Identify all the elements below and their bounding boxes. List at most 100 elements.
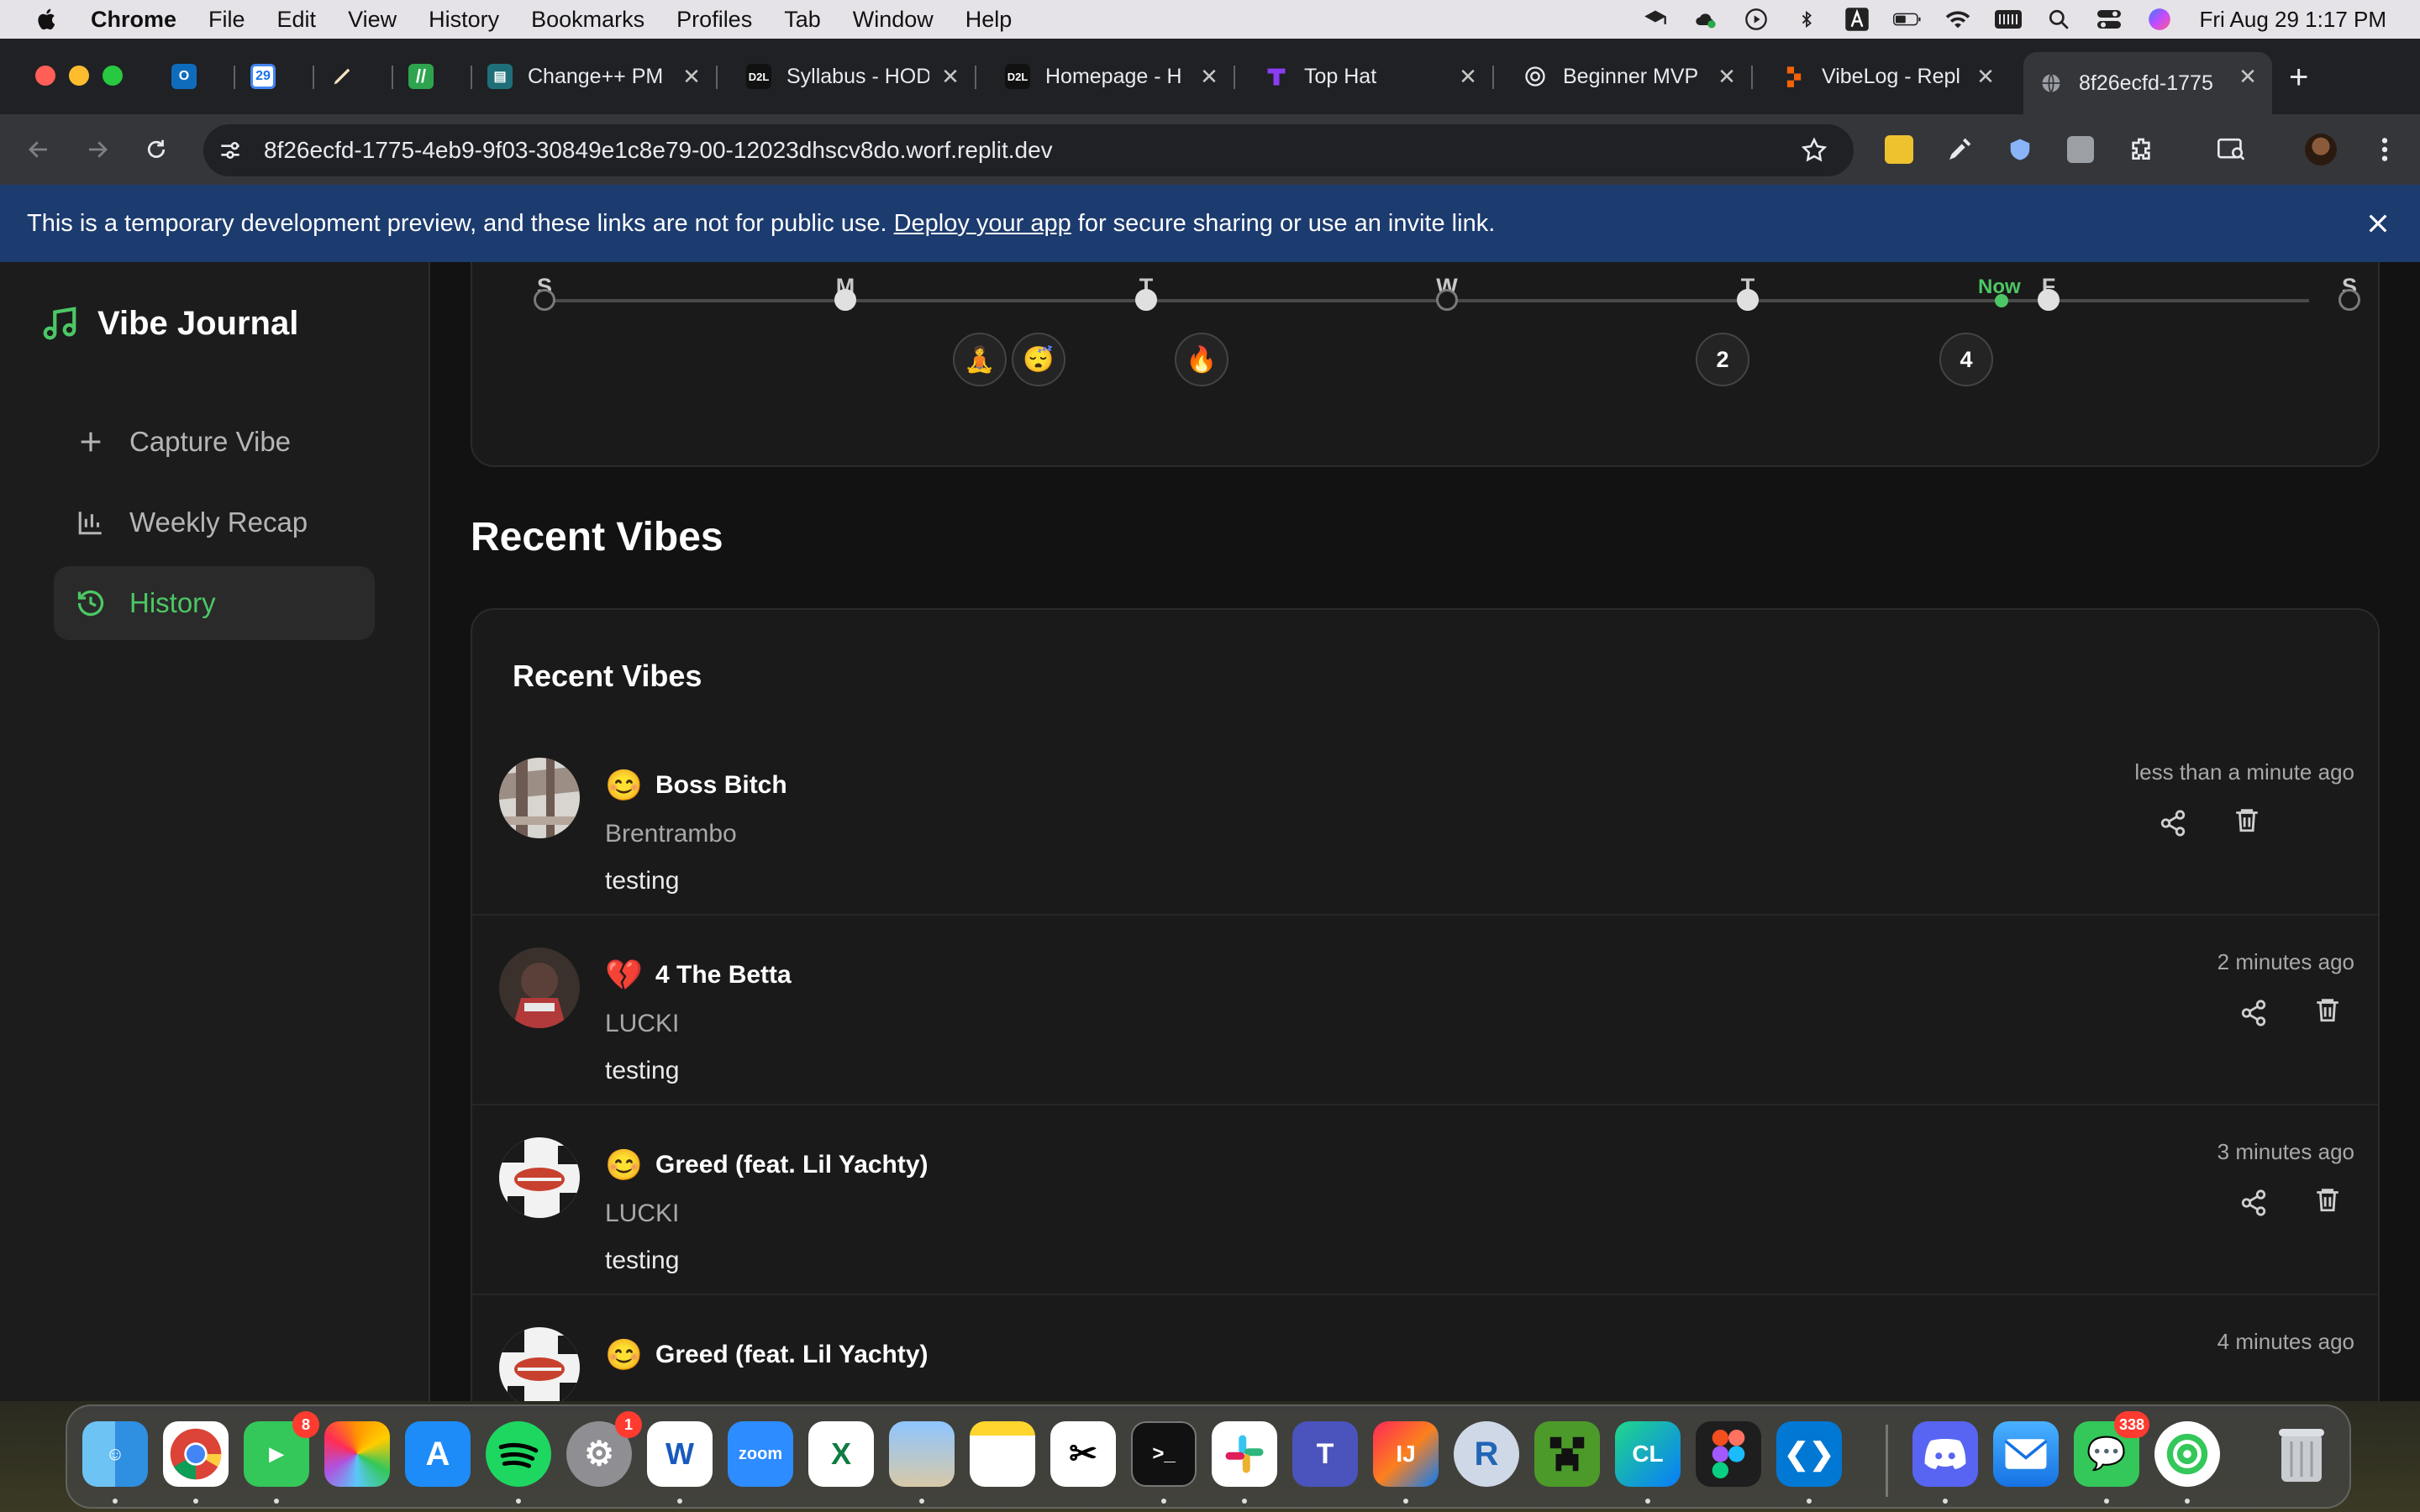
menu-file[interactable]: File [208, 7, 245, 33]
new-tab-button[interactable]: + [2289, 60, 2308, 94]
battery-icon[interactable] [1893, 8, 1922, 31]
vibe-bubble[interactable]: 😴 [1012, 333, 1065, 386]
preview-icon[interactable] [889, 1421, 955, 1487]
tab-change-pm[interactable]: ▤ Change++ PM ✕ [472, 52, 718, 101]
eyedropper-icon[interactable] [1943, 133, 1976, 166]
trash-icon[interactable] [2230, 803, 2264, 837]
trash-icon[interactable] [2311, 993, 2344, 1026]
spotlight-search-icon[interactable] [2044, 8, 2073, 31]
close-tab-icon[interactable]: ✕ [1197, 64, 1222, 89]
menu-window[interactable]: Window [853, 7, 934, 33]
close-tab-icon[interactable]: ✕ [2235, 64, 2260, 89]
chrome-icon[interactable] [163, 1421, 229, 1487]
vscode-icon[interactable]: ❮❯ [1776, 1421, 1842, 1487]
trash-icon[interactable] [2269, 1421, 2334, 1487]
tab-slash[interactable]: // [393, 52, 472, 101]
notion-extension-icon[interactable] [2064, 133, 2097, 166]
cloud-sync-icon[interactable] [1691, 8, 1720, 31]
tab-vibelog[interactable]: VibeLog - Repl ✕ [1766, 52, 2010, 101]
deploy-app-link[interactable]: Deploy your app [894, 210, 1071, 238]
back-button[interactable] [22, 133, 55, 166]
photos-icon[interactable] [324, 1421, 390, 1487]
zoom-window-button[interactable] [103, 66, 123, 86]
figma-icon[interactable] [1696, 1421, 1761, 1487]
day-dot[interactable] [834, 289, 856, 311]
day-dot[interactable] [2038, 289, 2060, 311]
discord-icon[interactable] [1912, 1421, 1978, 1487]
slack-icon[interactable] [1212, 1421, 1277, 1487]
capcut-icon[interactable]: ✂ [1050, 1421, 1116, 1487]
sidebar-item-weekly-recap[interactable]: Weekly Recap [54, 486, 375, 559]
tab-active-preview[interactable]: 8f26ecfd-1775 ✕ [2023, 52, 2272, 114]
terminal-icon[interactable]: >_ [1131, 1421, 1197, 1487]
close-tab-icon[interactable]: ✕ [1455, 64, 1481, 89]
minimize-window-button[interactable] [69, 66, 89, 86]
vibe-bubble[interactable]: 🧘 [953, 333, 1007, 386]
vibe-bubble[interactable]: 🔥 [1175, 333, 1228, 386]
system-settings-icon[interactable]: ⚙ 1 [566, 1411, 642, 1487]
menu-tab[interactable]: Tab [784, 7, 821, 33]
day-dot[interactable] [1436, 289, 1458, 311]
mail-icon[interactable] [1993, 1421, 2059, 1487]
menu-profiles[interactable]: Profiles [676, 7, 752, 33]
trash-icon[interactable] [2311, 1183, 2344, 1216]
teams-icon[interactable]: T [1292, 1421, 1358, 1487]
keyboard-icon[interactable] [1994, 8, 2023, 31]
zoom-icon[interactable]: zoom [728, 1421, 793, 1487]
input-source-icon[interactable] [1843, 8, 1871, 31]
day-dot[interactable] [1135, 289, 1157, 311]
tab-outlook[interactable]: O [156, 52, 235, 101]
bluetooth-icon[interactable] [1792, 8, 1821, 31]
word-icon[interactable]: W [647, 1421, 713, 1487]
siri-icon[interactable] [2145, 8, 2174, 31]
list-item[interactable]: 😊 Greed (feat. Lil Yachty) LUCKI testing… [472, 1105, 2378, 1295]
sidebar-item-history[interactable]: History [54, 566, 375, 640]
sidebar-item-capture-vibe[interactable]: Capture Vibe [54, 405, 375, 479]
share-icon[interactable] [2237, 996, 2270, 1030]
tab-homepage[interactable]: D2L Homepage - H ✕ [990, 52, 1235, 101]
menu-chrome[interactable]: Chrome [91, 7, 176, 33]
list-item[interactable]: 💔 4 The Betta LUCKI testing 2 minutes ag… [472, 916, 2378, 1105]
day-dot[interactable] [534, 289, 555, 311]
share-icon[interactable] [2156, 806, 2190, 840]
forward-button[interactable] [81, 133, 114, 166]
minecraft-icon[interactable] [1534, 1421, 1600, 1487]
close-tab-icon[interactable]: ✕ [938, 64, 963, 89]
finder-icon[interactable]: ☺ [82, 1421, 148, 1487]
menu-edit[interactable]: Edit [277, 7, 317, 33]
excel-icon[interactable]: X [808, 1421, 874, 1487]
r-icon[interactable]: R [1454, 1421, 1519, 1487]
tab-calendar[interactable]: 29 [235, 52, 314, 101]
extension-2048-icon[interactable] [1882, 133, 1916, 166]
brand[interactable]: Vibe Journal [40, 304, 298, 343]
day-dot[interactable] [2338, 289, 2360, 311]
spotify-icon[interactable] [486, 1421, 551, 1487]
menu-history[interactable]: History [429, 7, 499, 33]
apple-icon[interactable] [34, 6, 60, 33]
tab-pen[interactable] [314, 52, 393, 101]
vibe-count-bubble[interactable]: 2 [1696, 333, 1749, 386]
day-dot[interactable] [1737, 289, 1759, 311]
app-store-icon[interactable]: A [405, 1421, 471, 1487]
menu-view[interactable]: View [348, 7, 397, 33]
close-icon[interactable] [2365, 210, 2391, 237]
menu-help[interactable]: Help [965, 7, 1013, 33]
address-bar[interactable]: 8f26ecfd-1775-4eb9-9f03-30849e1c8e79-00-… [203, 124, 1854, 176]
graduation-cap-icon[interactable] [1641, 8, 1670, 31]
tab-syllabus[interactable]: D2L Syllabus - HOD ✕ [731, 52, 976, 101]
clion-icon[interactable]: CL [1615, 1421, 1681, 1487]
share-icon[interactable] [2237, 1186, 2270, 1220]
close-tab-icon[interactable]: ✕ [1714, 64, 1739, 89]
wifi-icon[interactable] [1944, 8, 1972, 31]
profile-avatar[interactable] [2304, 133, 2338, 166]
reload-button[interactable] [139, 133, 173, 166]
tab-top-hat[interactable]: Top Hat ✕ [1249, 52, 1494, 101]
tab-beginner-mvp[interactable]: Beginner MVP ✕ [1507, 52, 1753, 101]
play-circle-icon[interactable] [1742, 8, 1770, 31]
vibe-count-bubble[interactable]: 4 [1939, 333, 1993, 386]
facetime-icon[interactable]: ▶ 8 [244, 1411, 319, 1487]
shield-extension-icon[interactable] [2003, 133, 2037, 166]
menu-bookmarks[interactable]: Bookmarks [531, 7, 644, 33]
list-item[interactable]: 😊 Boss Bitch Brentrambo testing less tha… [472, 726, 2378, 916]
notes-icon[interactable] [970, 1421, 1035, 1487]
